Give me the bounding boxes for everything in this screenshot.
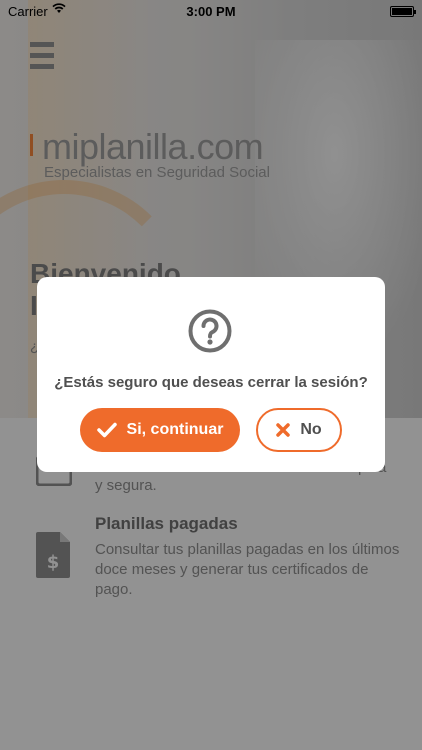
logout-confirm-dialog: ¿Estás seguro que deseas cerrar la sesió… — [37, 277, 385, 472]
cancel-logout-button[interactable]: No — [256, 408, 342, 452]
checkmark-icon — [96, 422, 117, 438]
status-bar: Carrier 3:00 PM — [0, 0, 422, 22]
clock: 3:00 PM — [186, 4, 236, 19]
confirm-logout-label: Si, continuar — [126, 421, 224, 438]
confirm-logout-button[interactable]: Si, continuar — [80, 408, 240, 452]
dialog-message: ¿Estás seguro que deseas cerrar la sesió… — [54, 374, 368, 391]
battery-icon — [390, 6, 416, 17]
x-icon — [276, 423, 291, 437]
question-circle-icon — [188, 309, 232, 353]
cancel-logout-label: No — [300, 421, 322, 438]
